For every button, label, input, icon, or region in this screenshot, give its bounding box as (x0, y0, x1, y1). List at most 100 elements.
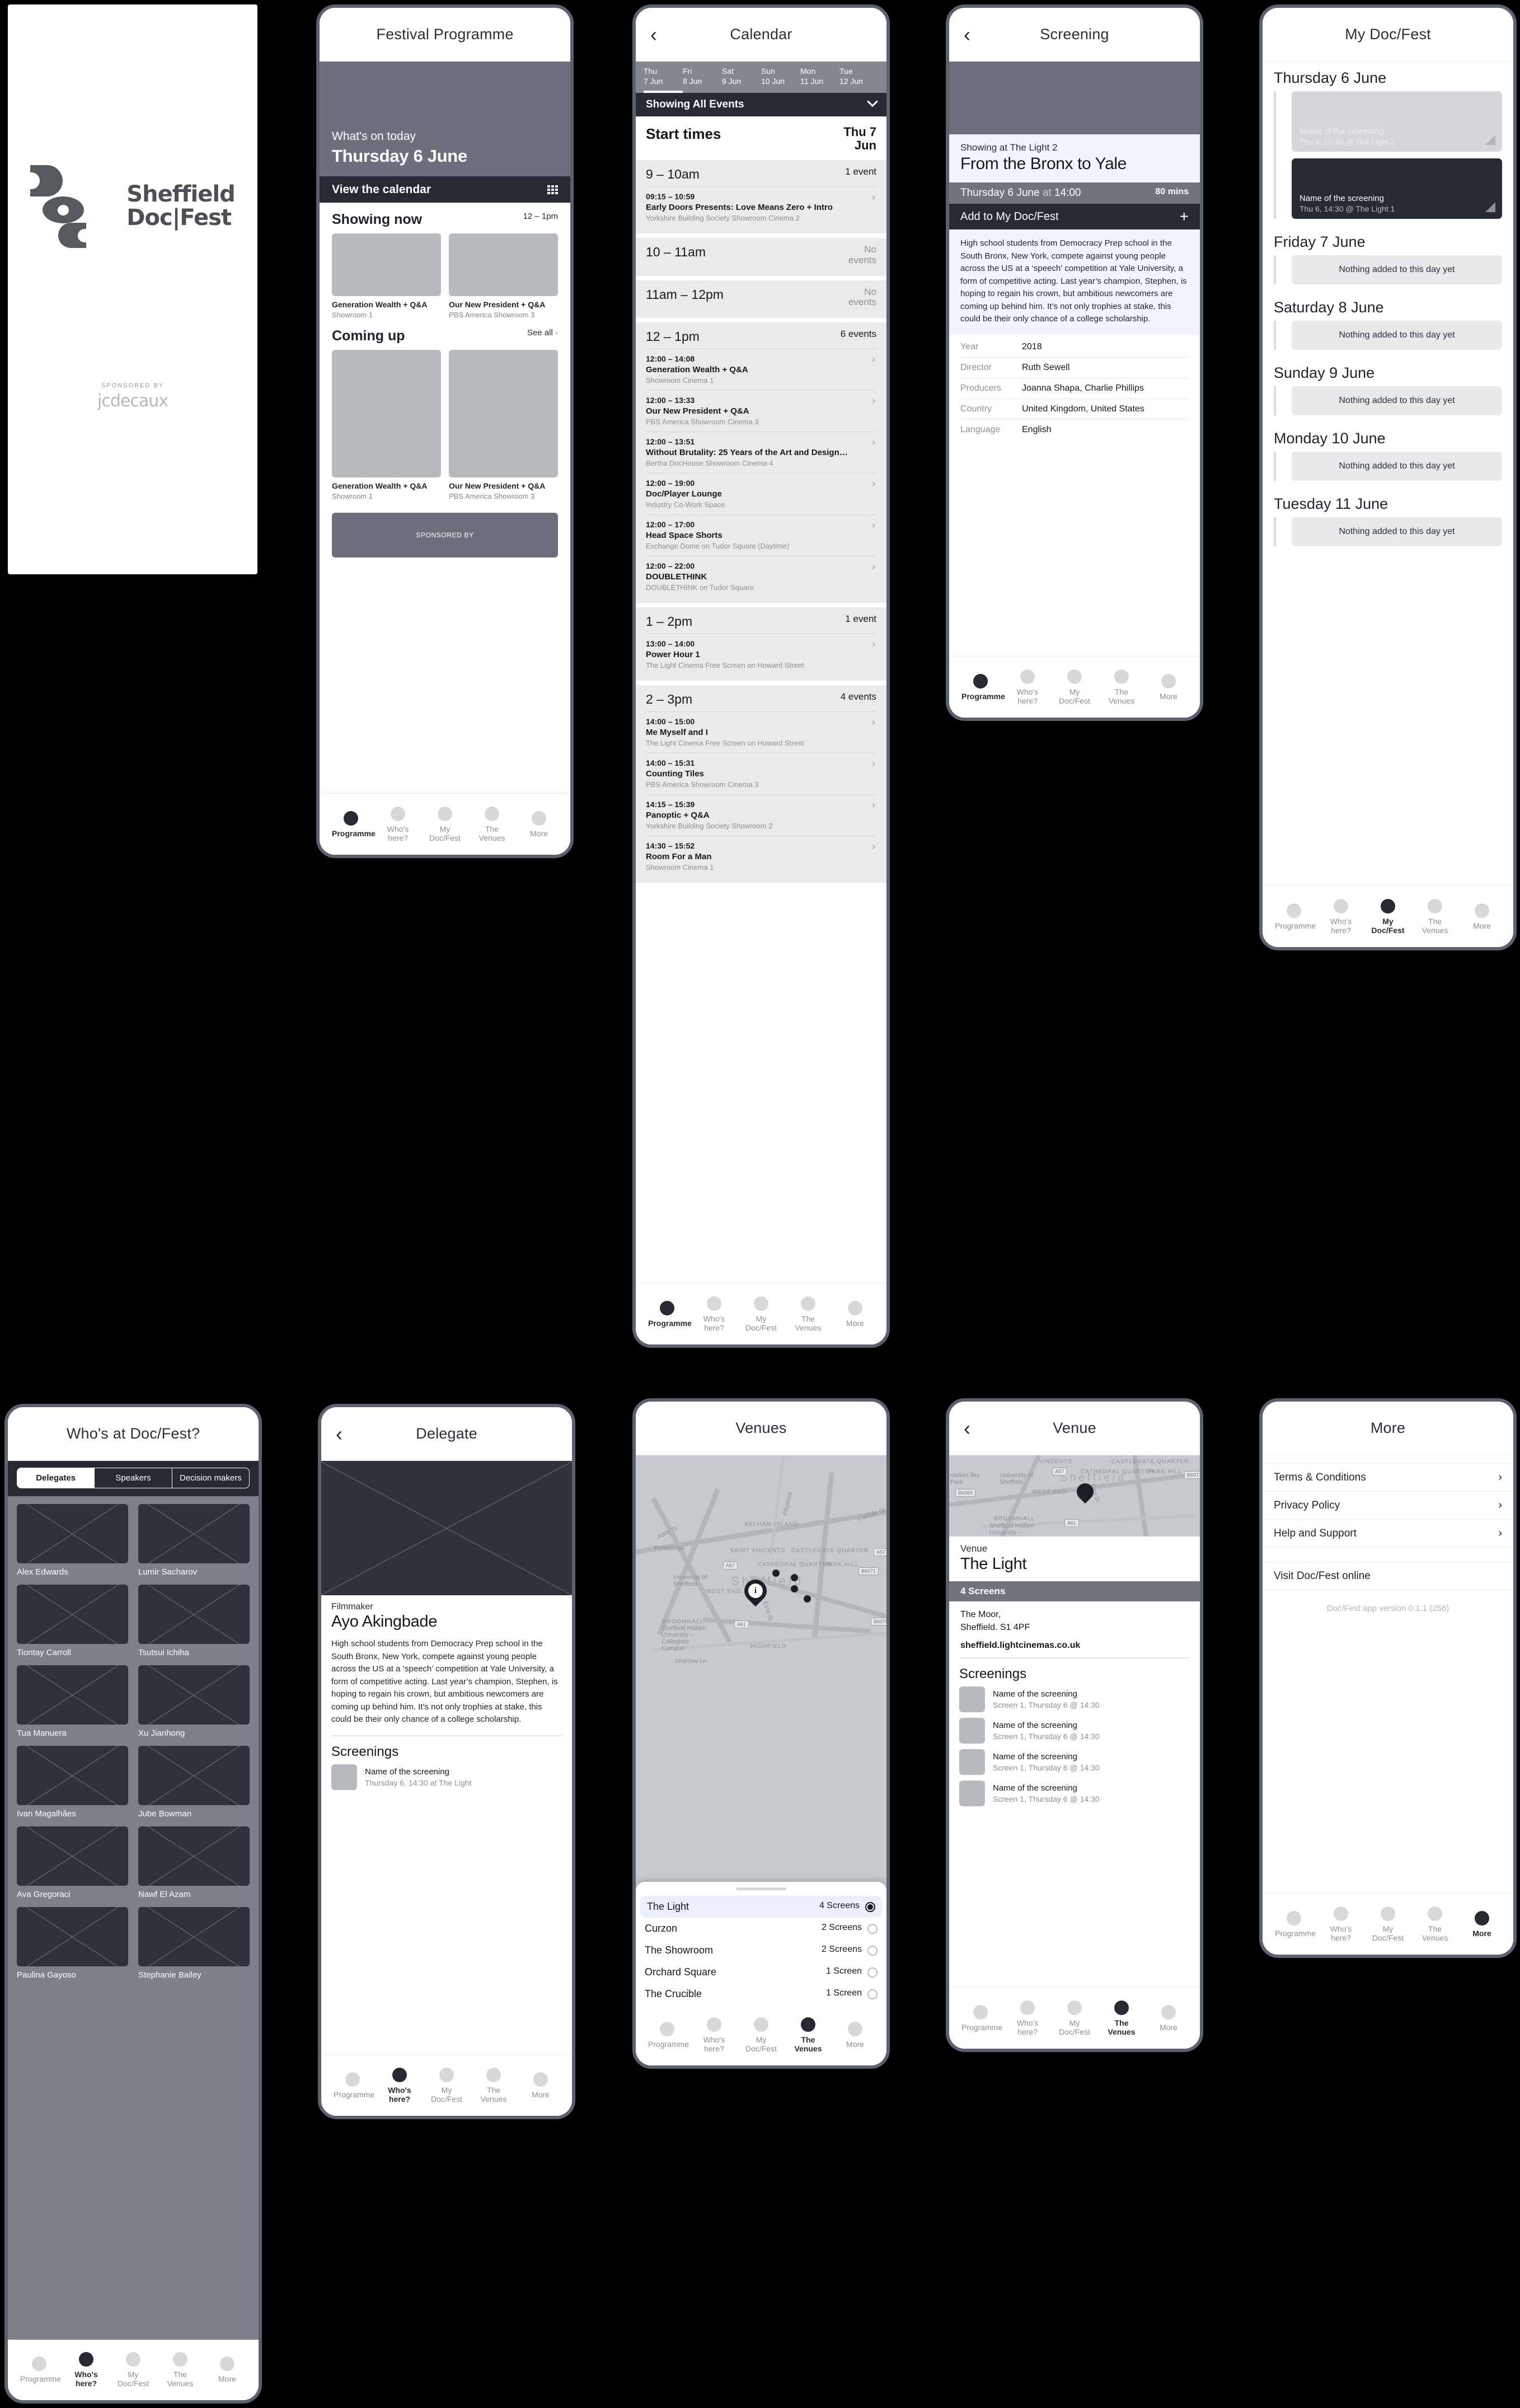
person-card[interactable]: Tua Manuera (17, 1665, 128, 1738)
saved-screening-card[interactable]: Name of the screening Thu 6, 14:30 @ The… (1292, 158, 1502, 219)
people-grid-scroll[interactable]: Alex Edwards Lumir Sacharov Tiontay Carr… (8, 1496, 259, 2340)
segment-decision-makers[interactable]: Decision makers (171, 1468, 249, 1488)
more-row-help[interactable]: Help and Support › (1263, 1520, 1513, 1548)
event-row[interactable]: 12:00 – 13:33 Our New President + Q&A PB… (646, 390, 876, 432)
venue-map[interactable]: VINCENTS CASTLEGATE QUARTER CATHEDRAL QU… (949, 1455, 1200, 1536)
venue-row[interactable]: The Light 4 Screens (640, 1896, 882, 1918)
tab-whos-here[interactable]: Who's here? (1319, 1906, 1363, 1942)
programme-card[interactable]: Generation Wealth + Q&A Showroom 1 (332, 350, 441, 500)
day-tab[interactable]: Tue 12 Jun (839, 67, 879, 93)
tab-more[interactable]: More (1460, 903, 1504, 930)
event-row[interactable]: 12:00 – 19:00 Doc/Player Lounge Industry… (646, 473, 876, 514)
event-row[interactable]: 13:00 – 14:00 Power Hour 1 The Light Cin… (646, 634, 876, 675)
tab-programme[interactable]: Programme (958, 673, 1005, 701)
tab-my-docfest[interactable]: My Doc/Fest (1366, 1906, 1410, 1942)
tab-more[interactable]: More (517, 811, 561, 838)
tab-whos-here[interactable]: Who's here? (377, 2067, 422, 2104)
tab-whos-here[interactable]: Who's here? (1005, 669, 1050, 705)
my-docfest-scroll[interactable]: Thursday 6 June Name of the screening Th… (1263, 62, 1513, 887)
tab-more[interactable]: More (833, 1300, 878, 1328)
tab-the-venues[interactable]: The Venues (786, 2017, 831, 2053)
event-row[interactable]: 14:30 – 15:52 Room For a Man Showroom Ci… (646, 836, 876, 877)
tab-programme[interactable]: Programme (1272, 1910, 1316, 1938)
tab-more[interactable]: More (1146, 673, 1191, 701)
programme-card[interactable]: Our New President + Q&A PBS America Show… (449, 233, 558, 319)
venue-radio[interactable] (867, 1989, 878, 1999)
segmented-control[interactable]: Delegates Speakers Decision makers (17, 1468, 250, 1488)
segment-delegates[interactable]: Delegates (17, 1468, 95, 1488)
tab-more[interactable]: More (833, 2021, 878, 2049)
more-row-privacy[interactable]: Privacy Policy › (1263, 1492, 1513, 1520)
event-row[interactable]: 09:15 – 10:59 Early Doors Presents: Love… (646, 186, 876, 228)
person-card[interactable]: Alex Edwards (17, 1504, 128, 1577)
person-card[interactable]: Tsutsui Ichiha (138, 1585, 250, 1657)
person-card[interactable]: Xu Jianhong (138, 1665, 250, 1738)
day-tab[interactable]: Sat 9 Jun (722, 67, 761, 93)
segment-speakers[interactable]: Speakers (94, 1468, 171, 1488)
tab-the-venues[interactable]: The Venues (158, 2351, 203, 2388)
programme-card[interactable]: Our New President + Q&A PBS America Show… (449, 350, 558, 500)
person-card[interactable]: Tiontay Carroll (17, 1585, 128, 1657)
tab-programme[interactable]: Programme (329, 811, 376, 838)
day-tab[interactable]: Fri 8 Jun (683, 67, 722, 93)
event-row[interactable]: 14:00 – 15:00 Me Myself and I The Light … (646, 711, 876, 753)
more-scroll[interactable]: Terms & Conditions › Privacy Policy › He… (1263, 1455, 1513, 1894)
tab-the-venues[interactable]: The Venues (1099, 669, 1144, 705)
tab-my-docfest[interactable]: My Doc/Fest (1366, 898, 1410, 935)
venue-row[interactable]: The Crucible 1 Screen (636, 1983, 886, 2005)
add-to-my-docfest-button[interactable]: Add to My Doc/Fest + (949, 204, 1200, 229)
tab-whos-here[interactable]: Who's here? (1319, 898, 1363, 935)
view-calendar-button[interactable]: View the calendar (320, 176, 570, 203)
venue-radio[interactable] (867, 1924, 878, 1934)
venue-row[interactable]: The Showroom 2 Screens (636, 1939, 886, 1961)
day-strip[interactable]: Thu 7 Jun Fri 8 Jun Sat 9 Jun Sun 10 Jun Mon… (636, 62, 886, 93)
tab-my-docfest[interactable]: My Doc/Fest (111, 2351, 156, 2388)
tab-my-docfest[interactable]: My Doc/Fest (1052, 2000, 1097, 2036)
screening-row[interactable]: Name of the screening Screen 1, Thursday… (949, 1749, 1200, 1781)
back-icon[interactable]: ‹ (650, 24, 657, 45)
tab-programme[interactable]: Programme (330, 2072, 375, 2099)
tab-more[interactable]: More (1460, 1910, 1504, 1938)
day-tab[interactable]: Thu 7 Jun (644, 67, 683, 93)
sheet-grabber[interactable] (736, 1887, 786, 1890)
screening-row[interactable]: Name of the screening Screen 1, Thursday… (949, 1686, 1200, 1718)
event-row[interactable]: 14:15 – 15:39 Panoptic + Q&A Yorkshire B… (646, 794, 876, 836)
screening-scroll[interactable]: Showing at The Light 2 From the Bronx to… (949, 62, 1200, 657)
tab-my-docfest[interactable]: My Doc/Fest (1052, 669, 1097, 705)
venue-radio[interactable] (867, 1967, 878, 1978)
event-row[interactable]: 12:00 – 22:00 DOUBLETHINK DOUBLETHINK on… (646, 556, 876, 597)
tab-the-venues[interactable]: The Venues (471, 2067, 516, 2104)
tab-whos-here[interactable]: Who's here? (1005, 2000, 1050, 2036)
tab-the-venues[interactable]: The Venues (786, 1296, 831, 1332)
person-card[interactable]: Jube Bowman (138, 1746, 250, 1819)
person-card[interactable]: Paulina Gayoso (17, 1907, 128, 1980)
event-row[interactable]: 12:00 – 14:08 Generation Wealth + Q&A Sh… (646, 349, 876, 390)
tab-my-docfest[interactable]: My Doc/Fest (739, 1296, 784, 1332)
venue-map-dot[interactable] (791, 1574, 798, 1581)
tab-the-venues[interactable]: The Venues (470, 806, 514, 842)
tab-programme[interactable]: Programme (17, 2356, 62, 2383)
person-card[interactable]: Ava Gregoraci (17, 1826, 128, 1899)
venue-detail-scroll[interactable]: VINCENTS CASTLEGATE QUARTER CATHEDRAL QU… (949, 1455, 1200, 1988)
event-row[interactable]: 12:00 – 17:00 Head Space Shorts Exchange… (646, 514, 876, 556)
person-card[interactable]: Ivan Magalhães (17, 1746, 128, 1819)
venue-radio[interactable] (865, 1902, 875, 1912)
programme-scroll[interactable]: Showing now 12 – 1pm Generation Wealth +… (320, 203, 570, 794)
venues-map[interactable]: KELHAM ISLAND SAINT VINCENTS CASTLEGATE … (636, 1455, 886, 2005)
screening-row[interactable]: Name of the screening Thursday 6, 14:30 … (321, 1764, 572, 1796)
tab-whos-here[interactable]: Who's here? (692, 2017, 736, 2053)
tab-programme[interactable]: Programme (1272, 903, 1316, 930)
day-tab[interactable]: Mon 11 Jun (800, 67, 839, 93)
back-icon[interactable]: ‹ (964, 24, 970, 45)
tab-more[interactable]: More (205, 2356, 250, 2383)
tab-the-venues[interactable]: The Venues (1413, 1906, 1457, 1942)
venue-radio[interactable] (867, 1946, 878, 1956)
see-all-button[interactable]: See all › (527, 328, 558, 338)
person-card[interactable]: Lumir Sacharov (138, 1504, 250, 1577)
tab-programme[interactable]: Programme (645, 1300, 692, 1328)
event-row[interactable]: 12:00 – 13:51 Without Brutality: 25 Year… (646, 432, 876, 473)
tab-my-docfest[interactable]: My Doc/Fest (423, 806, 467, 842)
tab-my-docfest[interactable]: My Doc/Fest (424, 2067, 469, 2104)
venue-map-dot[interactable] (804, 1595, 811, 1603)
venue-website-link[interactable]: sheffield.lightcinemas.co.uk (949, 1634, 1200, 1651)
